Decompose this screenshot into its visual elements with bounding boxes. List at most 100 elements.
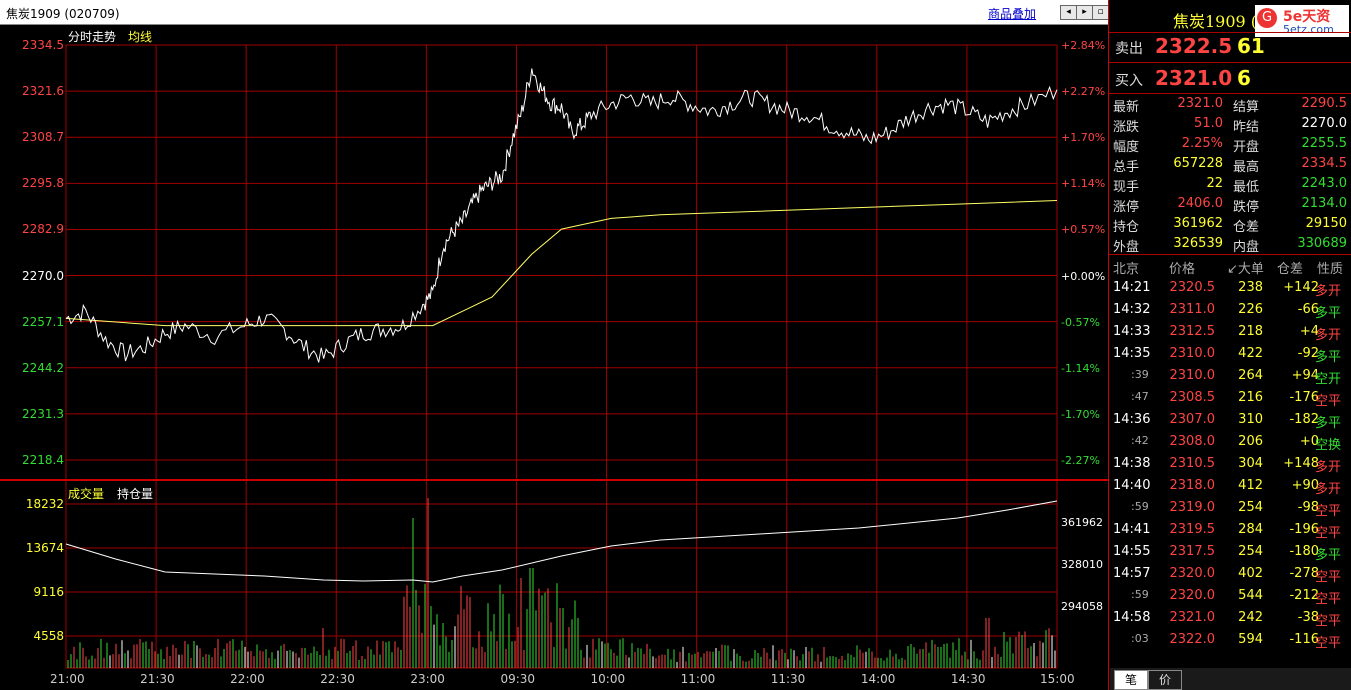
tick-nature: 多开 bbox=[1315, 328, 1342, 343]
tick-row: 14:35 2310.0 422 -92 多平 bbox=[1109, 346, 1351, 366]
tick-price: 2321.0 bbox=[1169, 610, 1216, 625]
price-tick-label: 2270.0 bbox=[22, 268, 64, 283]
tick-nature: 空平 bbox=[1315, 592, 1342, 607]
quote-panel: 焦炭1909 ( G 5e天资 5etz.com 卖出 2322.5 61 买入… bbox=[1108, 0, 1351, 690]
tick-time: 14:36 bbox=[1113, 412, 1151, 427]
price-tick-label: 2218.4 bbox=[22, 453, 64, 467]
tick-nature: 多平 bbox=[1315, 548, 1342, 563]
tick-row: 14:57 2320.0 402 -278 空平 bbox=[1109, 566, 1351, 586]
tick-oi-change: -92 bbox=[1297, 346, 1319, 361]
tab-price[interactable]: 价 bbox=[1148, 670, 1182, 690]
tick-oi-change: -176 bbox=[1289, 390, 1319, 405]
time-tick-label: 09:30 bbox=[500, 672, 536, 686]
stat-value: 2321.0 bbox=[1177, 96, 1224, 111]
tick-row: :42 2308.0 206 +0 空换 bbox=[1109, 434, 1351, 454]
tick-volume: 238 bbox=[1238, 280, 1263, 295]
oi-tick-label: 294058 bbox=[1061, 600, 1103, 613]
oi-tick-label: 328010 bbox=[1061, 558, 1103, 571]
stat-value: 657228 bbox=[1173, 156, 1223, 171]
time-tick-label: 15:00 bbox=[1040, 672, 1075, 686]
time-tick-label: 11:30 bbox=[770, 672, 806, 686]
price-line bbox=[65, 68, 1058, 363]
stat-value: 2334.5 bbox=[1301, 156, 1348, 171]
price-tick-label: 2321.6 bbox=[22, 84, 64, 99]
tick-nature: 多平 bbox=[1315, 416, 1342, 431]
average-price-line bbox=[65, 200, 1058, 327]
time-tick-label: 22:30 bbox=[320, 672, 355, 686]
time-tick-label: 11:00 bbox=[680, 672, 716, 686]
time-tick-label: 21:30 bbox=[140, 672, 175, 686]
stat-value: 29150 bbox=[1305, 216, 1347, 231]
percent-tick-label: +2.27% bbox=[1061, 85, 1106, 99]
stat-label: 持仓 bbox=[1113, 220, 1140, 235]
stat-value: 51.0 bbox=[1194, 116, 1223, 131]
tick-time: 14:58 bbox=[1113, 610, 1151, 625]
time-tick-label: 21:00 bbox=[50, 672, 85, 686]
tick-nature: 空平 bbox=[1315, 526, 1342, 541]
volume-label: 成交量 bbox=[68, 487, 105, 501]
stat-value: 330689 bbox=[1297, 236, 1347, 251]
percent-tick-label: +2.84% bbox=[1061, 39, 1106, 52]
stat-value: 22 bbox=[1206, 176, 1223, 191]
oi-tick-label: 361962 bbox=[1061, 516, 1103, 529]
tick-volume: 402 bbox=[1238, 566, 1263, 581]
tick-price: 2311.0 bbox=[1169, 302, 1216, 317]
time-tick-label: 10:00 bbox=[590, 672, 626, 686]
tick-oi-change: +142 bbox=[1283, 280, 1319, 295]
percent-tick-label: -0.57% bbox=[1061, 315, 1100, 329]
bid-price: 2321.0 bbox=[1155, 66, 1233, 90]
tick-header: ↙大单 bbox=[1227, 262, 1264, 277]
brand-icon: G bbox=[1257, 8, 1277, 28]
percent-tick-label: -2.27% bbox=[1061, 454, 1100, 467]
stat-value: 326539 bbox=[1173, 236, 1223, 251]
tick-time: 14:21 bbox=[1113, 280, 1151, 295]
tick-nature: 空平 bbox=[1315, 614, 1342, 629]
price-tick-label: 2308.7 bbox=[22, 130, 64, 145]
tick-volume: 422 bbox=[1238, 346, 1263, 361]
tick-time: 14:38 bbox=[1113, 456, 1151, 471]
tick-nature: 空开 bbox=[1315, 372, 1342, 387]
ask-label: 卖出 bbox=[1115, 41, 1143, 57]
arrow-left-icon[interactable]: ◂ bbox=[1060, 5, 1077, 20]
volume-tick-label: 13674 bbox=[25, 541, 64, 555]
volume-tick-label: 18232 bbox=[25, 497, 64, 511]
overlay-commodity-link[interactable]: 商品叠加 bbox=[988, 5, 1036, 22]
tick-price: 2308.0 bbox=[1169, 434, 1216, 449]
volume-tick-label: 9116 bbox=[33, 585, 64, 599]
window-close-icon[interactable]: ▫ bbox=[1092, 5, 1109, 20]
stat-value: 2270.0 bbox=[1301, 116, 1348, 131]
tick-row: 14:36 2307.0 310 -182 多平 bbox=[1109, 412, 1351, 432]
tab-intraday[interactable]: 分时走势 bbox=[68, 28, 116, 45]
volume-tick-label: 4558 bbox=[33, 629, 64, 643]
tick-oi-change: +90 bbox=[1291, 478, 1319, 493]
arrow-right-icon[interactable]: ▸ bbox=[1076, 5, 1093, 20]
stat-label: 现手 bbox=[1113, 180, 1140, 195]
tick-nature: 多平 bbox=[1315, 306, 1342, 321]
tick-header: 价格 bbox=[1169, 262, 1196, 277]
stat-label: 外盘 bbox=[1113, 240, 1140, 255]
tick-row: 14:55 2317.5 254 -180 多平 bbox=[1109, 544, 1351, 564]
tick-price: 2310.0 bbox=[1169, 346, 1216, 361]
stat-value: 2.25% bbox=[1181, 136, 1223, 151]
tick-nature: 空平 bbox=[1315, 570, 1342, 585]
tick-volume: 254 bbox=[1238, 500, 1263, 515]
tick-volume: 594 bbox=[1238, 632, 1263, 647]
open-interest-label: 持仓量 bbox=[117, 487, 154, 501]
ask-price: 2322.5 bbox=[1155, 34, 1233, 58]
tick-row: 14:21 2320.5 238 +142 多开 bbox=[1109, 280, 1351, 300]
tick-row: 14:58 2321.0 242 -38 空平 bbox=[1109, 610, 1351, 630]
tick-volume: 284 bbox=[1238, 522, 1263, 537]
tick-oi-change: -180 bbox=[1289, 544, 1319, 559]
tick-oi-change: -278 bbox=[1289, 566, 1319, 581]
tick-time: 14:33 bbox=[1113, 324, 1151, 339]
percent-tick-label: +0.00% bbox=[1061, 269, 1106, 283]
stat-label: 涨停 bbox=[1113, 200, 1140, 215]
time-tick-label: 23:00 bbox=[410, 672, 445, 686]
stat-label: 内盘 bbox=[1233, 240, 1260, 255]
tick-volume: 412 bbox=[1238, 478, 1263, 493]
stat-label: 仓差 bbox=[1233, 220, 1260, 235]
tick-oi-change: +4 bbox=[1299, 324, 1319, 339]
intraday-chart[interactable] bbox=[0, 24, 1108, 690]
tab-trades[interactable]: 笔 bbox=[1114, 670, 1148, 690]
tick-row: 14:40 2318.0 412 +90 多开 bbox=[1109, 478, 1351, 498]
